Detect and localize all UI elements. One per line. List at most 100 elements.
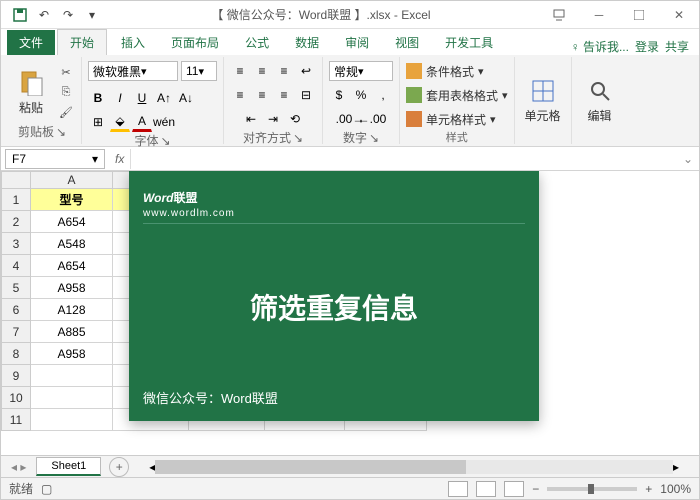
orientation-icon[interactable]: ⟲ [285, 109, 305, 129]
cell[interactable] [31, 365, 113, 387]
cell[interactable]: A128 [31, 299, 113, 321]
percent-icon[interactable]: % [351, 85, 371, 105]
row-header[interactable]: 3 [1, 233, 31, 255]
editing-button[interactable]: 编辑 [578, 77, 622, 124]
conditional-format-button[interactable]: 条件格式 ▾ [406, 61, 484, 81]
indent-icon[interactable]: ⇥ [263, 109, 283, 129]
border-button[interactable]: ⊞ [88, 112, 108, 132]
sheet-tab[interactable]: Sheet1 [36, 457, 101, 476]
row-header[interactable]: 10 [1, 387, 31, 409]
tab-file[interactable]: 文件 [7, 30, 55, 55]
tab-view[interactable]: 视图 [383, 30, 431, 55]
cell[interactable]: A654 [31, 211, 113, 233]
row-header[interactable]: 2 [1, 211, 31, 233]
add-sheet-button[interactable]: + [109, 457, 129, 477]
italic-button[interactable]: I [110, 88, 130, 108]
row-header[interactable]: 6 [1, 299, 31, 321]
sheet-nav[interactable]: ◂ ▸ [1, 460, 36, 474]
row-header[interactable]: 1 [1, 189, 31, 211]
dialog-launcher-icon[interactable]: ↘ [293, 131, 303, 145]
decrease-font-icon[interactable]: A↓ [176, 88, 196, 108]
zoom-slider[interactable] [547, 487, 637, 491]
outdent-icon[interactable]: ⇤ [241, 109, 261, 129]
align-bottom-icon[interactable]: ≡ [274, 61, 294, 81]
tab-review[interactable]: 审阅 [333, 30, 381, 55]
comma-icon[interactable]: , [373, 85, 393, 105]
formula-expand-icon[interactable]: ⌄ [677, 152, 699, 166]
currency-icon[interactable]: $ [329, 85, 349, 105]
tab-home[interactable]: 开始 [57, 29, 107, 55]
format-painter-icon[interactable]: 🖌 [57, 103, 75, 121]
font-color-button[interactable]: A [132, 112, 152, 132]
cell[interactable] [31, 409, 113, 431]
decrease-decimal-icon[interactable]: ←.00 [362, 109, 382, 129]
tab-formula[interactable]: 公式 [233, 30, 281, 55]
redo-icon[interactable]: ↷ [57, 4, 79, 26]
align-right-icon[interactable]: ≡ [274, 85, 294, 105]
font-size-combo[interactable]: 11 ▾ [181, 61, 217, 81]
cell[interactable]: A885 [31, 321, 113, 343]
cells-button[interactable]: 单元格 [521, 77, 565, 124]
tab-layout[interactable]: 页面布局 [159, 30, 231, 55]
tab-data[interactable]: 数据 [283, 30, 331, 55]
phonetic-button[interactable]: wén [154, 112, 174, 132]
wrap-text-icon[interactable]: ↩ [296, 61, 316, 81]
horizontal-scrollbar[interactable]: ◂ ▸ [149, 460, 679, 474]
copy-icon[interactable]: ⎘ [57, 83, 75, 101]
row-header[interactable]: 9 [1, 365, 31, 387]
zoom-in-icon[interactable]: + [645, 482, 652, 496]
zoom-level[interactable]: 100% [660, 482, 691, 496]
save-icon[interactable] [9, 4, 31, 26]
dialog-launcher-icon[interactable]: ↘ [369, 131, 379, 145]
name-box[interactable]: F7▾ [5, 149, 105, 169]
tab-insert[interactable]: 插入 [109, 30, 157, 55]
cell[interactable] [31, 387, 113, 409]
row-header[interactable]: 4 [1, 255, 31, 277]
login-link[interactable]: 登录 [635, 38, 659, 55]
align-middle-icon[interactable]: ≡ [252, 61, 272, 81]
row-header[interactable]: 5 [1, 277, 31, 299]
tab-dev[interactable]: 开发工具 [433, 30, 505, 55]
zoom-out-icon[interactable]: − [532, 482, 539, 496]
macro-record-icon[interactable]: ▢ [41, 482, 52, 496]
underline-button[interactable]: U [132, 88, 152, 108]
qat-dropdown-icon[interactable]: ▾ [81, 4, 103, 26]
ribbon-options-icon[interactable] [539, 1, 579, 29]
col-header[interactable]: A [31, 171, 113, 189]
cell[interactable]: A958 [31, 277, 113, 299]
row-header[interactable]: 11 [1, 409, 31, 431]
page-break-view-icon[interactable] [504, 481, 524, 497]
align-top-icon[interactable]: ≡ [230, 61, 250, 81]
row-header[interactable]: 7 [1, 321, 31, 343]
tell-me[interactable]: ♀ 告诉我... [571, 38, 629, 55]
select-all-corner[interactable] [1, 171, 31, 189]
bold-button[interactable]: B [88, 88, 108, 108]
font-name-combo[interactable]: 微软雅黑 ▾ [88, 61, 178, 81]
page-layout-view-icon[interactable] [476, 481, 496, 497]
normal-view-icon[interactable] [448, 481, 468, 497]
cell[interactable]: A958 [31, 343, 113, 365]
fill-color-button[interactable]: ⬙ [110, 112, 130, 132]
table-format-button[interactable]: 套用表格格式 ▾ [406, 85, 508, 105]
increase-font-icon[interactable]: A↑ [154, 88, 174, 108]
chevron-down-icon[interactable]: ▾ [92, 152, 98, 166]
cut-icon[interactable]: ✂ [57, 63, 75, 81]
scroll-right-icon[interactable]: ▸ [673, 460, 679, 474]
number-format-combo[interactable]: 常规 ▾ [329, 61, 393, 81]
dialog-launcher-icon[interactable]: ↘ [56, 125, 66, 139]
align-left-icon[interactable]: ≡ [230, 85, 250, 105]
cell-styles-button[interactable]: 单元格样式 ▾ [406, 109, 496, 129]
fx-icon[interactable]: fx [109, 152, 130, 166]
close-icon[interactable]: ✕ [659, 1, 699, 29]
share-button[interactable]: 共享 [665, 38, 689, 55]
dialog-launcher-icon[interactable]: ↘ [160, 134, 170, 148]
merge-cells-icon[interactable]: ⊟ [296, 85, 316, 105]
maximize-icon[interactable] [619, 1, 659, 29]
paste-button[interactable]: 粘贴 [9, 69, 53, 116]
undo-icon[interactable]: ↶ [33, 4, 55, 26]
minimize-icon[interactable]: ─ [579, 1, 619, 29]
cell[interactable]: A654 [31, 255, 113, 277]
row-header[interactable]: 8 [1, 343, 31, 365]
cell[interactable]: 型号 [31, 189, 113, 211]
formula-bar[interactable] [130, 149, 677, 169]
